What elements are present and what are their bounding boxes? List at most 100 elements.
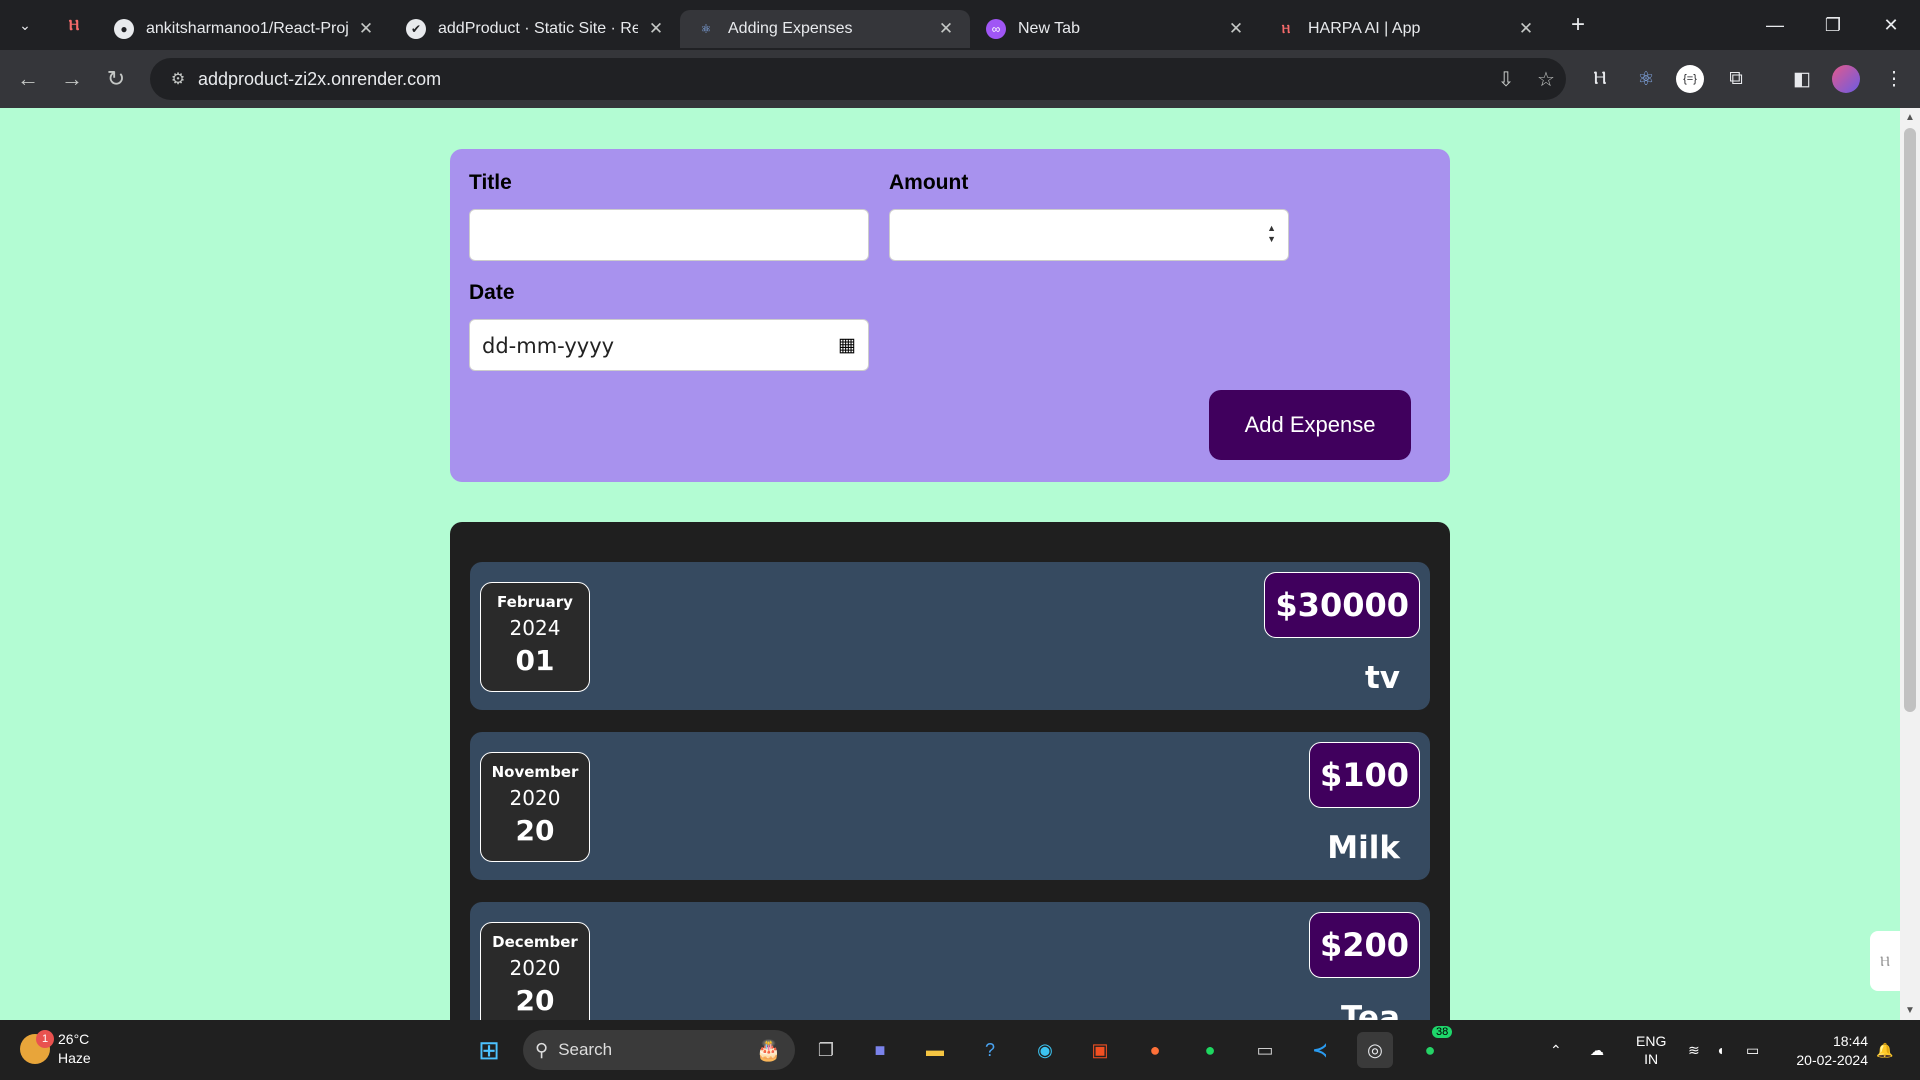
close-tab-icon[interactable]: ✕ bbox=[1226, 19, 1246, 39]
tab-search-chevron-icon[interactable]: ⌄ bbox=[0, 0, 50, 50]
task-view-icon[interactable]: ❐ bbox=[808, 1032, 844, 1068]
microsoft-store-icon[interactable]: ▣ bbox=[1082, 1032, 1118, 1068]
tab-adding-expenses[interactable]: ⚛ Adding Expenses ✕ bbox=[680, 10, 970, 48]
clock-date: 20-02-2024 bbox=[1796, 1052, 1868, 1068]
teams-chat-icon[interactable]: ■ bbox=[862, 1032, 898, 1068]
profile-avatar[interactable] bbox=[1826, 50, 1866, 108]
search-icon: ⚲ bbox=[535, 1039, 549, 1060]
windows-start-icon[interactable]: ⊞ bbox=[471, 1032, 507, 1068]
tab-harpa-app[interactable]: Ⲏ HARPA AI | App ✕ bbox=[1260, 10, 1550, 48]
restore-icon[interactable]: ❐ bbox=[1804, 0, 1862, 50]
expense-day: 20 bbox=[515, 814, 555, 847]
harpa-sidebar-toggle-icon[interactable]: Ⲏ bbox=[1870, 931, 1900, 991]
extensions-puzzle-icon[interactable]: ⧉ bbox=[1716, 50, 1756, 108]
browser-menu-icon[interactable]: ⋮ bbox=[1874, 50, 1914, 108]
scroll-up-icon[interactable]: ▲ bbox=[1900, 112, 1920, 123]
weather-temperature: 26°C bbox=[58, 1031, 90, 1047]
harpa-icon: ∞ bbox=[986, 19, 1006, 39]
volume-icon[interactable]: ◖ bbox=[1716, 1020, 1724, 1080]
forward-arrow-icon[interactable]: → bbox=[50, 59, 94, 99]
cake-icon: 🎂 bbox=[756, 1039, 781, 1062]
expense-title: tv bbox=[1364, 660, 1400, 696]
wifi-icon[interactable]: ≋ bbox=[1688, 1020, 1700, 1080]
address-bar[interactable]: ⚙ addproduct-zi2x.onrender.com ⇩ ☆ bbox=[150, 58, 1566, 100]
language-indicator[interactable]: ENG IN bbox=[1636, 1020, 1666, 1080]
new-tab-plus-icon[interactable]: + bbox=[1558, 11, 1598, 39]
tab-github[interactable]: ● ankitsharmanoo1/React-Project ✕ bbox=[98, 10, 390, 48]
system-clock[interactable]: 18:44 20-02-2024 bbox=[1796, 1032, 1868, 1070]
firefox-icon[interactable]: ● bbox=[1137, 1032, 1173, 1068]
expense-amount: $200 bbox=[1308, 912, 1420, 978]
weather-widget[interactable]: 1 26°C Haze bbox=[20, 1030, 91, 1068]
whatsapp-badge: 38 bbox=[1432, 1026, 1453, 1038]
avatar-image bbox=[1832, 65, 1860, 93]
notification-bell-icon[interactable]: 🔔 bbox=[1876, 1020, 1893, 1080]
add-expense-button[interactable]: Add Expense bbox=[1209, 390, 1411, 460]
expense-item: December 2020 20 $200 Tea bbox=[470, 902, 1430, 1020]
bookmark-star-icon[interactable]: ☆ bbox=[1526, 67, 1566, 92]
title-input[interactable] bbox=[469, 209, 869, 261]
expense-month: December bbox=[492, 933, 578, 951]
expense-title: Milk bbox=[1327, 830, 1400, 866]
url-text[interactable]: addproduct-zi2x.onrender.com bbox=[198, 69, 1486, 90]
page-viewport: Title Amount ▲ ▼ Date dd-mm-yyyy ▦ Add Ex… bbox=[0, 108, 1900, 1020]
spotify-icon[interactable]: ● bbox=[1192, 1032, 1228, 1068]
language-region: IN bbox=[1644, 1051, 1659, 1067]
expense-date: February 2024 01 bbox=[480, 582, 590, 692]
scroll-down-icon[interactable]: ▼ bbox=[1900, 1005, 1920, 1016]
github-icon: ● bbox=[114, 19, 134, 39]
json-extension-icon[interactable]: {=} bbox=[1670, 50, 1710, 108]
calendar-icon[interactable]: ▦ bbox=[838, 334, 856, 357]
expense-amount: $30000 bbox=[1264, 572, 1420, 638]
date-placeholder: dd-mm-yyyy bbox=[482, 334, 615, 358]
tab-label: HARPA AI | App bbox=[1308, 20, 1421, 37]
page-scrollbar[interactable]: ▲ ▼ bbox=[1900, 108, 1920, 1020]
expense-date: November 2020 20 bbox=[480, 752, 590, 862]
number-spinner-icon[interactable]: ▲ ▼ bbox=[1267, 223, 1276, 245]
help-icon[interactable]: ? bbox=[972, 1032, 1008, 1068]
close-tab-icon[interactable]: ✕ bbox=[1516, 19, 1536, 39]
side-panel-icon[interactable]: ◧ bbox=[1782, 50, 1822, 108]
react-icon: ⚛ bbox=[700, 22, 712, 36]
vscode-icon[interactable]: ≺ bbox=[1302, 1032, 1338, 1068]
harpa-icon: Ⲏ bbox=[68, 16, 80, 34]
onedrive-icon[interactable]: ☁ bbox=[1590, 1020, 1604, 1080]
scrollbar-thumb[interactable] bbox=[1904, 128, 1916, 712]
battery-icon[interactable]: ▭ bbox=[1746, 1020, 1759, 1080]
taskbar-search[interactable]: ⚲ Search 🎂 bbox=[523, 1030, 795, 1070]
harpa-extension-icon[interactable]: Ⲏ bbox=[1580, 50, 1620, 108]
reload-icon[interactable]: ↻ bbox=[94, 59, 138, 99]
tab-label: New Tab bbox=[1018, 20, 1080, 37]
tab-new-tab[interactable]: ∞ New Tab ✕ bbox=[970, 10, 1260, 48]
expense-item: November 2020 20 $100 Milk bbox=[470, 732, 1430, 880]
close-tab-icon[interactable]: ✕ bbox=[936, 19, 956, 39]
react-devtools-icon[interactable]: ⚛ bbox=[1626, 50, 1666, 108]
render-icon: ✔ bbox=[406, 19, 426, 39]
expense-month: February bbox=[497, 593, 573, 611]
close-window-icon[interactable]: ✕ bbox=[1862, 0, 1920, 50]
minimize-icon[interactable]: — bbox=[1746, 0, 1804, 50]
whatsapp-icon[interactable]: ● 38 bbox=[1412, 1026, 1453, 1068]
install-app-icon[interactable]: ⇩ bbox=[1486, 67, 1526, 92]
close-tab-icon[interactable]: ✕ bbox=[646, 19, 666, 39]
edge-browser-icon[interactable]: ◉ bbox=[1027, 1032, 1063, 1068]
windows-taskbar: 1 26°C Haze ⊞ ⚲ Search 🎂 ❐ ■ ▬ ? ◉ ▣ ● ●… bbox=[0, 1020, 1920, 1080]
amount-input[interactable]: ▲ ▼ bbox=[889, 209, 1289, 261]
tray-chevron-icon[interactable]: ⌃ bbox=[1550, 1020, 1562, 1080]
chrome-icon[interactable]: ◎ bbox=[1357, 1032, 1393, 1068]
expense-date: December 2020 20 bbox=[480, 922, 590, 1020]
date-label: Date bbox=[469, 281, 515, 304]
tab-render[interactable]: ✔ addProduct · Static Site · Rend ✕ bbox=[390, 10, 680, 48]
file-explorer-icon[interactable]: ▬ bbox=[917, 1032, 953, 1068]
search-label: Search bbox=[558, 1040, 613, 1059]
site-info-icon[interactable]: ⚙ bbox=[158, 69, 198, 89]
title-label: Title bbox=[469, 171, 512, 194]
date-input[interactable]: dd-mm-yyyy ▦ bbox=[469, 319, 869, 371]
window-controls: — ❐ ✕ bbox=[1746, 0, 1920, 50]
terminal-icon[interactable]: ▭ bbox=[1247, 1032, 1283, 1068]
language-code: ENG bbox=[1636, 1033, 1667, 1049]
pinned-tab-harpa[interactable]: Ⲏ bbox=[50, 8, 98, 42]
expense-form: Title Amount ▲ ▼ Date dd-mm-yyyy ▦ Add Ex… bbox=[450, 149, 1450, 482]
back-arrow-icon[interactable]: ← bbox=[6, 59, 50, 99]
close-tab-icon[interactable]: ✕ bbox=[356, 19, 376, 39]
